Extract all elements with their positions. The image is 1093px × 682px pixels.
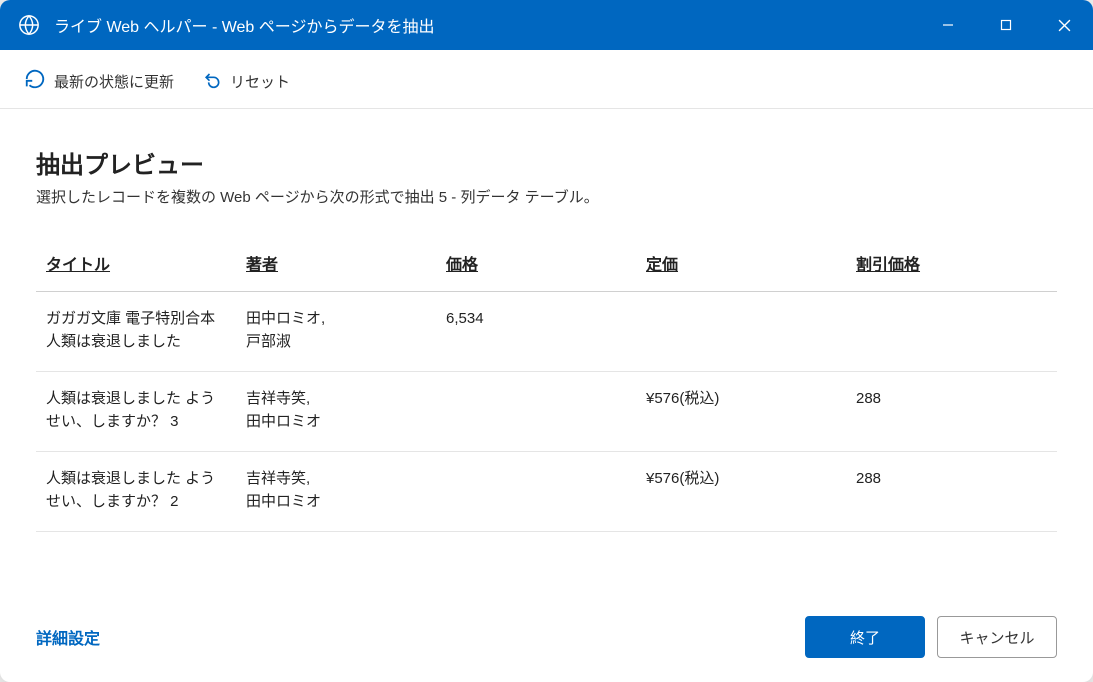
cell-discount: 288 (846, 372, 1057, 452)
advanced-settings-link[interactable]: 詳細設定 (36, 625, 100, 649)
data-table: タイトル 著者 価格 定価 割引価格 ガガガ文庫 電子特別合本 人類は衰退しまし… (36, 237, 1057, 532)
cell-title: ガガガ文庫 電子特別合本 人類は衰退しました (36, 292, 236, 372)
footer: 詳細設定 終了 キャンセル (0, 596, 1093, 682)
reset-label: リセット (230, 71, 290, 92)
content-area: 抽出プレビュー 選択したレコードを複数の Web ページから次の形式で抽出 5 … (0, 109, 1093, 596)
cell-price (436, 372, 636, 452)
cell-list-price: ¥576(税込) (636, 372, 846, 452)
table-row[interactable]: 人類は衰退しました ようせい、しますか？ 2 吉祥寺笑, 田中ロミオ ¥576(… (36, 452, 1057, 532)
window-controls (919, 0, 1093, 50)
cell-price: 6,534 (436, 292, 636, 372)
cell-author: 吉祥寺笑, 田中ロミオ (236, 372, 436, 452)
cell-title: 人類は衰退しました ようせい、しますか？ 2 (36, 452, 236, 532)
window-title: ライブ Web ヘルパー - Web ページからデータを抽出 (54, 13, 919, 37)
cancel-button[interactable]: キャンセル (937, 616, 1057, 658)
toolbar: 最新の状態に更新 リセット (0, 50, 1093, 109)
table-header-row: タイトル 著者 価格 定価 割引価格 (36, 237, 1057, 292)
col-header-title[interactable]: タイトル (36, 237, 236, 292)
cell-list-price: ¥576(税込) (636, 452, 846, 532)
col-header-price[interactable]: 価格 (436, 237, 636, 292)
cell-author: 田中ロミオ, 戸部淑 (236, 292, 436, 372)
preview-description: 選択したレコードを複数の Web ページから次の形式で抽出 5 - 列データ テ… (36, 186, 1057, 207)
globe-icon (18, 14, 40, 36)
table-row[interactable]: ガガガ文庫 電子特別合本 人類は衰退しました 田中ロミオ, 戸部淑 6,534 (36, 292, 1057, 372)
cell-discount: 288 (846, 452, 1057, 532)
cell-author: 吉祥寺笑, 田中ロミオ (236, 452, 436, 532)
refresh-button[interactable]: 最新の状態に更新 (24, 68, 174, 94)
preview-title: 抽出プレビュー (36, 145, 1057, 180)
titlebar: ライブ Web ヘルパー - Web ページからデータを抽出 (0, 0, 1093, 50)
col-header-discount[interactable]: 割引価格 (846, 237, 1057, 292)
cell-title: 人類は衰退しました ようせい、しますか？ 3 (36, 372, 236, 452)
minimize-button[interactable] (919, 0, 977, 50)
refresh-label: 最新の状態に更新 (54, 71, 174, 92)
cell-price (436, 452, 636, 532)
finish-button[interactable]: 終了 (805, 616, 925, 658)
col-header-author[interactable]: 著者 (236, 237, 436, 292)
close-button[interactable] (1035, 0, 1093, 50)
cell-list-price (636, 292, 846, 372)
refresh-icon (24, 68, 46, 94)
cell-discount (846, 292, 1057, 372)
col-header-list-price[interactable]: 定価 (636, 237, 846, 292)
maximize-button[interactable] (977, 0, 1035, 50)
table-row[interactable]: 人類は衰退しました ようせい、しますか？ 3 吉祥寺笑, 田中ロミオ ¥576(… (36, 372, 1057, 452)
dialog-window: ライブ Web ヘルパー - Web ページからデータを抽出 最新の状態に更新 (0, 0, 1093, 682)
reset-icon (202, 69, 222, 93)
reset-button[interactable]: リセット (202, 69, 290, 93)
